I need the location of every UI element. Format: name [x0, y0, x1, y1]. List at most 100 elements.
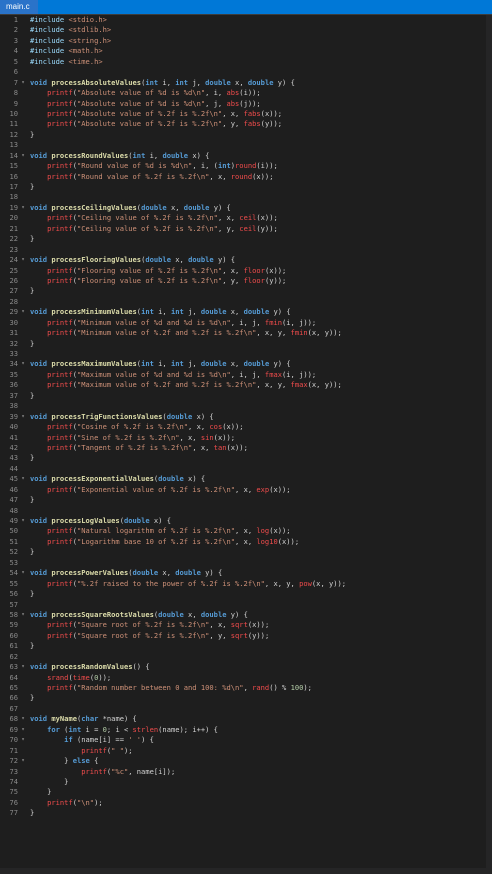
fold-toggle-icon[interactable]: ▾ [20, 203, 26, 213]
code-text: printf("Square root of %.2f is %.2f\n", … [47, 630, 270, 640]
code-line[interactable]: 25 printf("Flooring value of %.2f is %.2… [0, 266, 492, 276]
fold-toggle-icon[interactable]: ▾ [20, 756, 26, 766]
code-line[interactable]: 58 ▾ void processSquareRootsValues(double … [0, 610, 492, 620]
code-line[interactable]: 74 } [0, 777, 492, 787]
fold-toggle-icon[interactable]: ▾ [20, 662, 26, 672]
code-line[interactable]: 49 ▾ void processLogValues(double x) { [0, 516, 492, 526]
code-line[interactable]: 33 [0, 349, 492, 359]
fold-toggle-icon[interactable]: ▾ [20, 725, 26, 735]
code-line[interactable]: 46 printf("Exponential value of %.2f is … [0, 485, 492, 495]
code-line[interactable]: 37} [0, 391, 492, 401]
code-line[interactable]: 56} [0, 589, 492, 599]
code-line[interactable]: 64 srand(time(0)); [0, 673, 492, 683]
code-line[interactable]: 43} [0, 453, 492, 463]
code-line[interactable]: 48 [0, 506, 492, 516]
fold-toggle-icon[interactable]: ▾ [20, 610, 26, 620]
code-line[interactable]: 62 [0, 652, 492, 662]
code-line[interactable]: 61} [0, 641, 492, 651]
code-line[interactable]: 34 ▾ void processMaximumValues(int i, int … [0, 359, 492, 369]
code-line[interactable]: 50 printf("Natural logarithm of %.2f is … [0, 526, 492, 536]
code-line[interactable]: 27} [0, 286, 492, 296]
code-line[interactable]: 15 printf("Round value of %d is %d\n", i… [0, 161, 492, 171]
fold-toggle-icon[interactable]: ▾ [20, 568, 26, 578]
code-line[interactable]: 10 printf("Absolute value of %.2f is %.2… [0, 109, 492, 119]
code-line[interactable]: 52} [0, 547, 492, 557]
code-line[interactable]: 30 printf("Minimum value of %d and %d is… [0, 318, 492, 328]
code-line[interactable]: 70 ▾ if (name[i] == ' ') { [0, 735, 492, 745]
fold-toggle-icon[interactable]: ▾ [20, 412, 26, 422]
code-line[interactable]: 72 ▾ } else { [0, 756, 492, 766]
fold-toggle-icon[interactable]: ▾ [20, 255, 26, 265]
code-line[interactable]: 69 ▾ for (int i = 0; i < strlen(name); i+… [0, 725, 492, 735]
code-line[interactable]: 67 [0, 704, 492, 714]
code-line[interactable]: 38 [0, 401, 492, 411]
code-line[interactable]: 42 printf("Tangent of %.2f is %.2f\n", x… [0, 443, 492, 453]
code-line[interactable]: 13 [0, 140, 492, 150]
code-line[interactable]: 8 printf("Absolute value of %d is %d\n",… [0, 88, 492, 98]
code-line[interactable]: 29 ▾ void processMinimumValues(int i, int … [0, 307, 492, 317]
fold-toggle-icon[interactable]: ▾ [20, 474, 26, 484]
code-line[interactable]: 14 ▾ void processRoundValues(int i, double… [0, 151, 492, 161]
code-line[interactable]: 18 [0, 192, 492, 202]
code-line[interactable]: 60 printf("Square root of %.2f is %.2f\n… [0, 631, 492, 641]
code-line[interactable]: 6 [0, 67, 492, 77]
code-editor[interactable]: 1 #include <stdio.h> 2 #include <stdlib.h> 3… [0, 15, 492, 874]
code-line[interactable]: 44 [0, 464, 492, 474]
code-line[interactable]: 35 printf("Maximum value of %d and %d is… [0, 370, 492, 380]
code-line[interactable]: 41 printf("Sine of %.2f is %.2f\n", x, s… [0, 433, 492, 443]
code-line[interactable]: 51 printf("Logarithm base 10 of %.2f is … [0, 537, 492, 547]
fold-toggle-icon[interactable]: ▾ [20, 307, 26, 317]
tab-main-c[interactable]: main.c [0, 0, 38, 14]
code-line[interactable]: 53 [0, 558, 492, 568]
code-line[interactable]: 31 printf("Minimum value of %.2f and %.2… [0, 328, 492, 338]
fold-toggle-icon[interactable]: ▾ [20, 714, 26, 724]
fold-toggle-icon[interactable]: ▾ [20, 359, 26, 369]
code-line[interactable]: 1 #include <stdio.h> [0, 15, 492, 25]
code-line[interactable]: 32} [0, 339, 492, 349]
fold-toggle-icon[interactable]: ▾ [20, 151, 26, 161]
code-line[interactable]: 22} [0, 234, 492, 244]
code-line[interactable]: 73 printf("%c", name[i]); [0, 767, 492, 777]
code-line[interactable]: 11 printf("Absolute value of %.2f is %.2… [0, 119, 492, 129]
code-line[interactable]: 54 ▾ void processPowerValues(double x, dou… [0, 568, 492, 578]
fold-toggle-icon[interactable]: ▾ [20, 735, 26, 745]
code-line[interactable]: 7 ▾ void processAbsoluteValues(int i, int … [0, 78, 492, 88]
code-line[interactable]: 2 #include <stdlib.h> [0, 25, 492, 35]
code-line[interactable]: 17} [0, 182, 492, 192]
code-line[interactable]: 28 [0, 297, 492, 307]
code-line[interactable]: 47} [0, 495, 492, 505]
code-line[interactable]: 45 ▾ void processExponentialValues(double … [0, 474, 492, 484]
code-line[interactable]: 9 printf("Absolute value of %d is %d\n",… [0, 99, 492, 109]
code-line[interactable]: 4 #include <math.h> [0, 46, 492, 56]
code-line[interactable]: 77} [0, 808, 492, 818]
code-text: printf("Random number between 0 and 100:… [47, 683, 312, 692]
line-number: 72 [9, 756, 18, 766]
code-line[interactable]: 65 printf("Random number between 0 and 1… [0, 683, 492, 693]
code-line[interactable]: 21 printf("Ceiling value of %.2f is %.2f… [0, 224, 492, 234]
code-line[interactable]: 24 ▾ void processFlooringValues(double x, … [0, 255, 492, 265]
code-line[interactable]: 63 ▾ void processRandomValues() { [0, 662, 492, 672]
code-line[interactable]: 66} [0, 693, 492, 703]
code-line[interactable]: 12} [0, 130, 492, 140]
code-line[interactable]: 20 printf("Ceiling value of %.2f is %.2f… [0, 213, 492, 223]
code-line[interactable]: 19 ▾ void processCeilingValues(double x, d… [0, 203, 492, 213]
code-line[interactable]: 26 printf("Flooring value of %.2f is %.2… [0, 276, 492, 286]
code-line[interactable]: 36 printf("Maximum value of %.2f and %.2… [0, 380, 492, 390]
code-line[interactable]: 75 } [0, 787, 492, 797]
code-line[interactable]: 59 printf("Square root of %.2f is %.2f\n… [0, 620, 492, 630]
horizontal-scrollbar[interactable] [0, 868, 492, 874]
code-line[interactable]: 16 printf("Round value of %.2f is %.2f\n… [0, 172, 492, 182]
code-line[interactable]: 68 ▾ void myName(char *name) { [0, 714, 492, 724]
code-line[interactable]: 39 ▾ void processTrigFunctionsValues(doubl… [0, 412, 492, 422]
fold-toggle-icon[interactable]: ▾ [20, 516, 26, 526]
code-line[interactable]: 55 printf("%.2f raised to the power of %… [0, 579, 492, 589]
code-line[interactable]: 5 #include <time.h> [0, 57, 492, 67]
code-line[interactable]: 76 printf("\n"); [0, 798, 492, 808]
code-line[interactable]: 40 printf("Cosine of %.2f is %.2f\n", x,… [0, 422, 492, 432]
code-line[interactable]: 23 [0, 245, 492, 255]
code-line[interactable]: 71 printf(" "); [0, 746, 492, 756]
code-line[interactable]: 3 #include <string.h> [0, 36, 492, 46]
vertical-scrollbar[interactable] [486, 15, 492, 874]
fold-toggle-icon[interactable]: ▾ [20, 78, 26, 88]
code-line[interactable]: 57 [0, 600, 492, 610]
